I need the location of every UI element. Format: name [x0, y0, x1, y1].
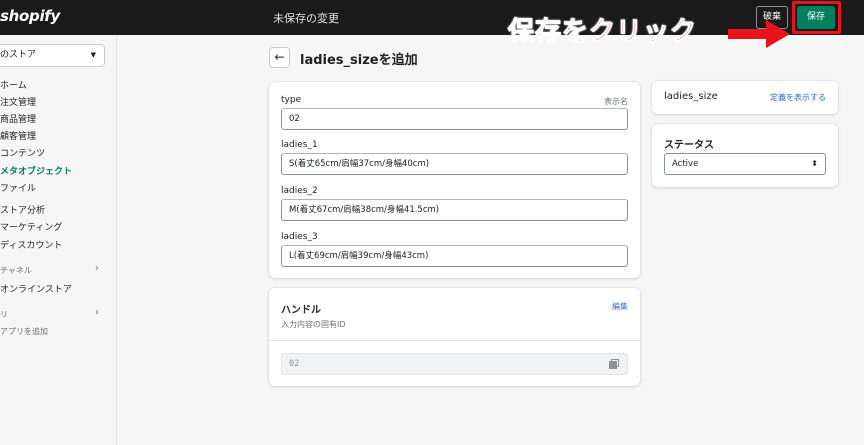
handle-card: ハンドル 編集 入力内容の固有ID 02: [269, 288, 640, 386]
handle-heading: ハンドル: [281, 305, 321, 316]
sidebar-item-metaobjects[interactable]: メタオブジェクト: [0, 164, 72, 177]
unsaved-changes-message: 未保存の変更: [273, 12, 339, 25]
sidebar-item-online-store[interactable]: オンラインストア: [0, 282, 72, 295]
sidebar-item-files[interactable]: ファイル: [0, 181, 36, 194]
sidebar-item-home[interactable]: ホーム: [0, 78, 27, 91]
ladies-2-input[interactable]: M(着丈67cm/肩幅38cm/身幅41.5cm): [281, 199, 628, 221]
sidebar-item-marketing[interactable]: マーケティング: [0, 220, 62, 233]
definition-card: ladies_size 定義を表示する: [652, 81, 838, 114]
annotation-arrow-icon: [728, 20, 790, 48]
status-card: ステータス Active ⬍: [652, 124, 838, 187]
shopify-logo: shopify: [0, 7, 60, 25]
display-name-hint: 表示名: [604, 97, 628, 106]
sidebar-item-orders[interactable]: 注文管理: [0, 95, 36, 108]
sidebar-item-analytics[interactable]: ストア分析: [0, 203, 45, 216]
edit-handle-link[interactable]: 編集: [612, 301, 628, 312]
arrow-left-icon: ←: [274, 50, 285, 64]
fields-card: type 表示名 02 ladies_1 S(着丈65cm/肩幅37cm/身幅4…: [269, 82, 640, 278]
back-button[interactable]: ←: [269, 47, 290, 68]
field-label-ladies-3: ladies_3: [281, 232, 318, 242]
store-selector[interactable]: のストア ▼: [0, 44, 105, 67]
sidebar-item-customers[interactable]: 顧客管理: [0, 129, 36, 142]
status-heading: ステータス: [664, 140, 714, 151]
add-app-link[interactable]: アプリを追加: [0, 326, 48, 337]
status-select[interactable]: Active ⬍: [664, 153, 826, 175]
sidebar-item-discounts[interactable]: ディスカウント: [0, 238, 62, 251]
type-input[interactable]: 02: [281, 108, 628, 130]
sidebar-item-content[interactable]: コンテンツ: [0, 146, 45, 159]
page-title: ladies_sizeを追加: [300, 53, 418, 68]
handle-description: 入力内容の固有ID: [281, 320, 346, 329]
select-arrows-icon: ⬍: [811, 159, 818, 168]
field-label-ladies-2: ladies_2: [281, 186, 318, 196]
field-label-type: type: [281, 95, 302, 105]
view-definition-link[interactable]: 定義を表示する: [770, 92, 826, 103]
caret-down-icon: ▼: [90, 51, 96, 59]
handle-value: 02: [289, 359, 300, 369]
store-name: のストア: [0, 50, 37, 60]
save-button-highlight-box: [792, 1, 841, 34]
apps-heading[interactable]: リ: [0, 309, 8, 320]
sales-channels-heading[interactable]: チャネル: [0, 265, 32, 276]
ladies-3-input[interactable]: L(着丈69cm/肩幅39cm/身幅43cm): [281, 245, 628, 267]
click-save-annotation: 保存をクリック: [507, 17, 698, 48]
chevron-right-icon[interactable]: ›: [95, 263, 99, 274]
ladies-1-input[interactable]: S(着丈65cm/肩幅37cm/身幅40cm): [281, 153, 628, 175]
handle-input: 02: [281, 353, 628, 375]
sidebar: のストア ▼ ホーム 注文管理 商品管理 顧客管理 コンテンツ メタオブジェクト…: [0, 35, 117, 445]
sidebar-item-products[interactable]: 商品管理: [0, 112, 36, 125]
copy-icon[interactable]: [609, 359, 619, 369]
chevron-right-icon[interactable]: ›: [95, 307, 99, 318]
card-divider: [269, 340, 640, 341]
status-selected-value: Active: [672, 159, 699, 169]
definition-name: ladies_size: [664, 91, 718, 102]
field-label-ladies-1: ladies_1: [281, 140, 318, 150]
